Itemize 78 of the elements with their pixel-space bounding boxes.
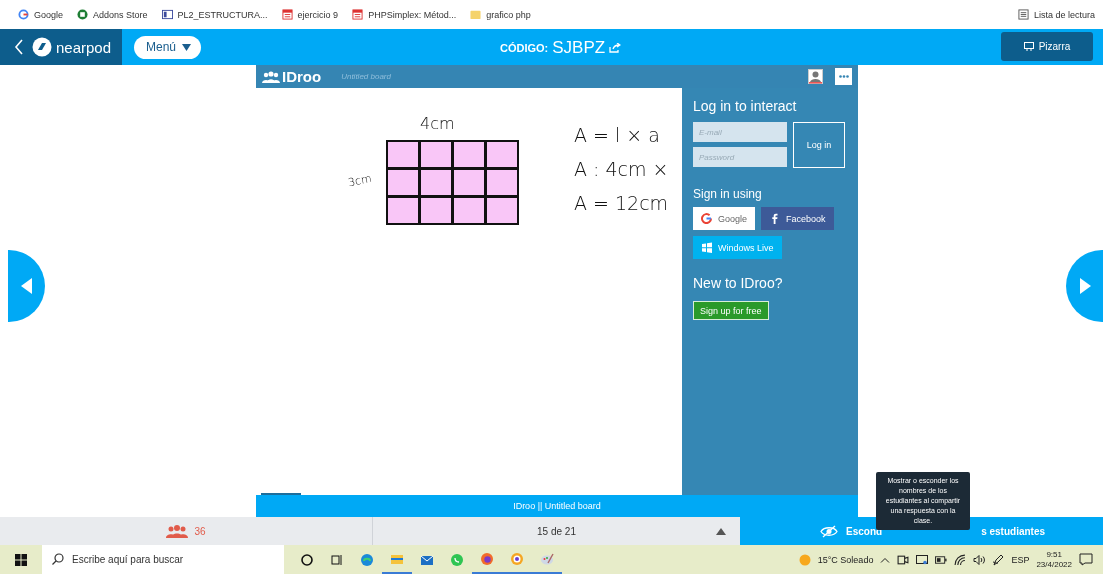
google-icon xyxy=(18,9,29,20)
google-icon xyxy=(701,213,712,224)
board-title: Untitled board xyxy=(341,72,392,81)
app-name: IDroo xyxy=(282,68,322,85)
caret-icon xyxy=(182,43,192,51)
windows-icon xyxy=(701,242,712,253)
clock-date: 23/4/2022 xyxy=(1036,559,1072,570)
handwritten-formula: A = 12cm xyxy=(574,192,669,214)
document-icon xyxy=(161,9,173,20)
slide-counter: 15 de 21 xyxy=(537,525,576,537)
task-view-icon xyxy=(330,552,344,567)
battery-icon xyxy=(935,553,948,566)
palette-icon xyxy=(540,551,554,566)
code-label: CÓDIGO: xyxy=(500,42,549,54)
bookmark-link[interactable]: Google xyxy=(18,9,64,20)
folder-icon xyxy=(470,9,482,20)
handwritten-label: 3cm xyxy=(346,171,373,190)
fox-globe-icon xyxy=(480,551,494,566)
up-triangle-icon xyxy=(716,528,726,535)
menu-button[interactable]: Menú xyxy=(134,35,202,59)
eye-off-icon xyxy=(820,524,838,538)
wifi-icon xyxy=(954,553,967,566)
language-indicator[interactable]: ESP xyxy=(1011,554,1030,565)
taskbar-search-field[interactable]: Escribe aquí para buscar xyxy=(42,545,284,574)
brand-name: nearpod xyxy=(56,38,112,56)
chevron-up-icon xyxy=(880,556,891,563)
puzzle-icon xyxy=(77,9,89,20)
pen-icon xyxy=(992,553,1005,566)
circle-icon xyxy=(300,552,314,567)
device-icon xyxy=(916,553,929,566)
hide-names-label: s estudiantes xyxy=(981,525,1046,537)
facebook-icon xyxy=(769,213,781,224)
more-button[interactable] xyxy=(835,68,852,85)
bookmark-link[interactable]: PHPSimplex: Métod... xyxy=(352,9,457,20)
board-footer: IDroo || Untitled board xyxy=(256,495,858,517)
windows-icon xyxy=(15,553,27,566)
speaker-icon xyxy=(973,553,986,566)
right-arrow-icon xyxy=(1078,278,1091,294)
whiteboard-icon xyxy=(1023,42,1034,51)
sign-in-button[interactable]: Facebook xyxy=(761,207,834,230)
login-button[interactable]: Log in xyxy=(793,122,845,168)
browser-swirl-icon xyxy=(360,552,374,567)
reading-list-link[interactable]: Lista de lectura xyxy=(1017,9,1095,20)
session-code: SJBPZ xyxy=(552,38,606,58)
logo-icon xyxy=(32,37,52,57)
notification-icon xyxy=(1079,553,1093,566)
share-icon xyxy=(609,43,622,53)
clock-time: 9:51 xyxy=(1046,549,1062,560)
handwritten-formula: A : 4cm × xyxy=(574,158,669,180)
list-icon xyxy=(1017,9,1029,20)
weather-text: 15°C Soleado xyxy=(817,554,874,565)
back-button[interactable] xyxy=(14,39,24,55)
panel-heading: Log in to interact xyxy=(693,98,798,114)
handwritten-formula: A = l × a xyxy=(574,124,660,146)
people-icon xyxy=(166,524,189,538)
bookmark-link[interactable]: ejercicio 9 xyxy=(281,9,339,20)
bookmark-link[interactable]: grafico php xyxy=(470,9,531,20)
bookmark-link[interactable]: Addons Store xyxy=(77,9,148,20)
sign-in-button[interactable]: Google xyxy=(693,207,756,230)
panel-subheading: Sign in using xyxy=(693,187,763,201)
bookmark-link[interactable]: PL2_ESTRUCTURA... xyxy=(161,9,268,20)
calendar-icon xyxy=(352,9,364,20)
slide-counter-bar[interactable]: 15 de 21 xyxy=(373,517,740,545)
more-icon xyxy=(838,75,849,78)
browser-icon xyxy=(510,551,524,566)
signup-button[interactable]: Sign up for free xyxy=(693,301,769,320)
people-icon xyxy=(262,70,280,83)
meet-icon xyxy=(897,553,910,566)
chat-bubble-icon xyxy=(450,552,464,567)
calendar-icon xyxy=(281,9,293,20)
handwritten-label: 4cm xyxy=(420,114,455,133)
left-arrow-icon xyxy=(20,278,33,294)
participant-count: 36 xyxy=(194,525,206,537)
sun-icon xyxy=(798,553,811,566)
user-icon xyxy=(808,69,823,84)
back-chevron-icon xyxy=(14,39,24,55)
panel-heading: New to IDroo? xyxy=(693,275,784,291)
whiteboard-button[interactable]: Pizarra xyxy=(1001,32,1093,61)
